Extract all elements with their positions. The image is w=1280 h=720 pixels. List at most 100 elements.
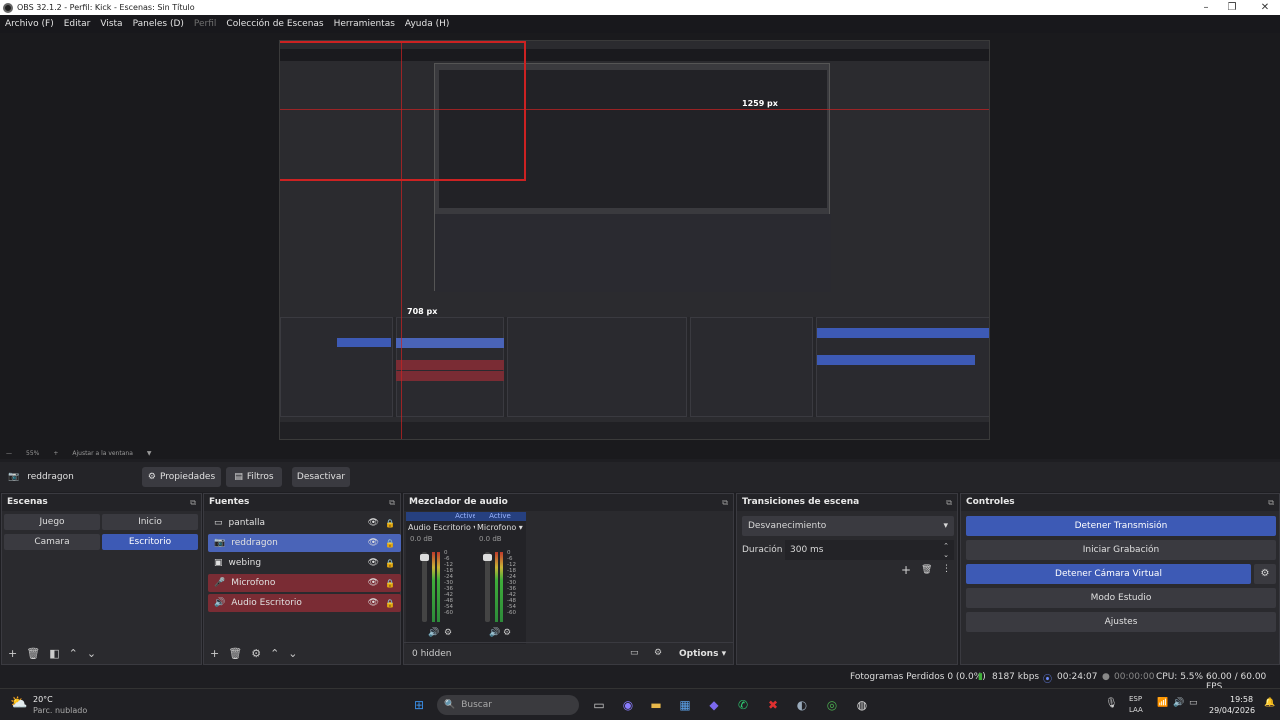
zoom-dropdown-icon[interactable]: ▼ <box>147 450 152 457</box>
layout-icon[interactable]: ▭ <box>630 648 639 658</box>
language-primary[interactable]: ESP <box>1129 695 1142 703</box>
menu-herramientas[interactable]: Herramientas <box>334 19 395 29</box>
preview-canvas[interactable]: 1259 px 708 px <box>279 40 990 440</box>
stepper-icon[interactable]: ⌃ ⌄ <box>943 542 949 560</box>
visibility-eye-icon[interactable]: 👁 <box>368 598 379 608</box>
trash-icon[interactable]: 🗑 <box>26 647 40 660</box>
minimize-button[interactable]: – <box>1196 0 1216 15</box>
source-pantalla[interactable]: ▭ pantalla 👁 🔒 <box>208 514 401 532</box>
chrome-icon[interactable]: ◎ <box>823 696 841 714</box>
move-down-icon[interactable]: ⌄ <box>87 647 96 660</box>
windows-start-icon[interactable]: ⊞ <box>410 696 428 714</box>
trash-icon[interactable]: 🗑 <box>228 647 242 660</box>
undock-icon[interactable]: ⧉ <box>946 494 952 511</box>
volume-slider[interactable] <box>420 552 429 622</box>
properties-button[interactable]: ⚙ Propiedades <box>142 467 221 487</box>
scene-camara[interactable]: Camara <box>4 534 100 550</box>
more-options-icon[interactable]: ⋮ <box>942 564 951 574</box>
options-button[interactable]: Options ▾ <box>679 649 726 659</box>
filters-button[interactable]: ▤ Filtros <box>226 467 282 487</box>
channel-settings-icon[interactable]: ⚙ <box>503 628 511 638</box>
source-webing[interactable]: ▣ webing 👁 🔒 <box>208 554 401 572</box>
language-secondary[interactable]: LAA <box>1129 706 1143 714</box>
deactivate-button[interactable]: Desactivar <box>292 467 350 487</box>
menu-coleccion[interactable]: Colección de Escenas <box>226 19 323 29</box>
add-icon[interactable]: + <box>210 647 219 660</box>
menu-ayuda[interactable]: Ayuda (H) <box>405 19 449 29</box>
clock-time[interactable]: 19:58 <box>1230 695 1253 704</box>
taskbar: ⛅ 20°C Parc. nublado ⊞ 🔍 Buscar ▭ ◉ ▬ ▦ ◆… <box>0 688 1280 720</box>
add-icon[interactable]: + <box>901 563 911 577</box>
wifi-icon[interactable]: 📶 <box>1157 698 1168 708</box>
microphone-tray-icon[interactable]: 🎙 <box>1105 698 1118 709</box>
move-up-icon[interactable]: ⌃ <box>270 647 279 660</box>
weather-icon[interactable]: ⛅ <box>10 695 27 711</box>
file-explorer-icon[interactable]: ▬ <box>647 696 665 714</box>
clock-date[interactable]: 29/04/2026 <box>1209 706 1255 715</box>
channel-settings-icon[interactable]: ⚙ <box>444 628 452 638</box>
app-x-icon[interactable]: ✖ <box>764 696 782 714</box>
scene-juego[interactable]: Juego <box>4 514 100 530</box>
lock-icon[interactable]: 🔒 <box>385 599 395 608</box>
scene-inicio[interactable]: Inicio <box>102 514 198 530</box>
speaker-mute-icon[interactable]: 🔊 <box>428 628 439 638</box>
move-down-icon[interactable]: ⌄ <box>288 647 297 660</box>
visibility-eye-icon[interactable]: 👁 <box>368 538 379 548</box>
move-up-icon[interactable]: ⌃ <box>69 647 78 660</box>
undock-icon[interactable]: ⧉ <box>389 494 395 511</box>
stop-virtual-camera-button[interactable]: Detener Cámara Virtual <box>966 564 1251 584</box>
transition-type-select[interactable]: Desvanecimiento ▾ <box>742 516 954 536</box>
source-audio-escritorio[interactable]: 🔊 Audio Escritorio 👁 🔒 <box>208 594 401 612</box>
start-recording-button[interactable]: Iniciar Grabación <box>966 540 1276 560</box>
close-button[interactable]: ✕ <box>1255 0 1275 15</box>
lock-icon[interactable]: 🔒 <box>385 539 395 548</box>
visibility-eye-icon[interactable]: 👁 <box>368 578 379 588</box>
lock-icon[interactable]: 🔒 <box>385 559 395 568</box>
steam-icon[interactable]: ◐ <box>793 696 811 714</box>
undock-icon[interactable]: ⧉ <box>1268 494 1274 511</box>
stop-streaming-button[interactable]: Detener Transmisión <box>966 516 1276 536</box>
channel-name[interactable]: Microfono ▾ <box>477 523 525 532</box>
undock-icon[interactable]: ⧉ <box>722 494 728 511</box>
undock-icon[interactable]: ⧉ <box>190 494 196 511</box>
speaker-mute-icon[interactable]: 🔊 <box>489 628 500 638</box>
zoom-fit-label[interactable]: Ajustar a la ventana <box>72 450 133 457</box>
maximize-button[interactable]: ❐ <box>1222 0 1242 15</box>
signal-icon: ▮ <box>978 672 983 682</box>
gear-icon[interactable]: ⚙ <box>251 647 261 660</box>
lock-icon[interactable]: 🔒 <box>385 519 395 528</box>
task-view-icon[interactable]: ▭ <box>590 696 608 714</box>
whatsapp-icon[interactable]: ✆ <box>734 696 752 714</box>
battery-icon[interactable]: ▭ <box>1189 698 1198 708</box>
source-microfono[interactable]: 🎤 Microfono 👁 🔒 <box>208 574 401 592</box>
volume-slider[interactable] <box>483 552 492 622</box>
advanced-settings-icon[interactable]: ⚙ <box>654 648 662 658</box>
zoom-in-button[interactable]: + <box>53 450 58 457</box>
source-reddragon[interactable]: 📷 reddragon 👁 🔒 <box>208 534 401 552</box>
lock-icon[interactable]: 🔒 <box>385 579 395 588</box>
visibility-eye-icon[interactable]: 👁 <box>368 558 379 568</box>
menu-perfil[interactable]: Perfil <box>194 19 217 29</box>
taskbar-search[interactable]: 🔍 Buscar <box>437 695 579 715</box>
menu-paneles[interactable]: Paneles (D) <box>133 19 184 29</box>
menu-vista[interactable]: Vista <box>100 19 122 29</box>
zoom-out-button[interactable]: — <box>6 450 12 457</box>
scene-escritorio[interactable]: Escritorio <box>102 534 198 550</box>
notifications-icon[interactable]: 🔔 <box>1264 698 1275 708</box>
volume-icon[interactable]: 🔊 <box>1173 698 1184 708</box>
studio-mode-button[interactable]: Modo Estudio <box>966 588 1276 608</box>
trash-icon[interactable]: 🗑 <box>921 565 932 575</box>
settings-button[interactable]: Ajustes <box>966 612 1276 632</box>
obs-taskbar-icon[interactable]: ◍ <box>853 696 871 714</box>
menu-editar[interactable]: Editar <box>64 19 91 29</box>
virtual-camera-gear-icon[interactable]: ⚙ <box>1254 564 1276 584</box>
visibility-eye-icon[interactable]: 👁 <box>368 518 379 528</box>
duration-input[interactable]: 300 ms ⌃ ⌄ <box>785 540 954 560</box>
teams-icon[interactable]: ◆ <box>705 696 723 714</box>
filter-icon[interactable]: ◧ <box>49 647 59 660</box>
store-icon[interactable]: ▦ <box>676 696 694 714</box>
discord-icon[interactable]: ◉ <box>619 696 637 714</box>
weather-temp: 20°C <box>33 695 53 704</box>
menu-archivo[interactable]: Archivo (F) <box>5 19 54 29</box>
add-icon[interactable]: + <box>8 647 17 660</box>
